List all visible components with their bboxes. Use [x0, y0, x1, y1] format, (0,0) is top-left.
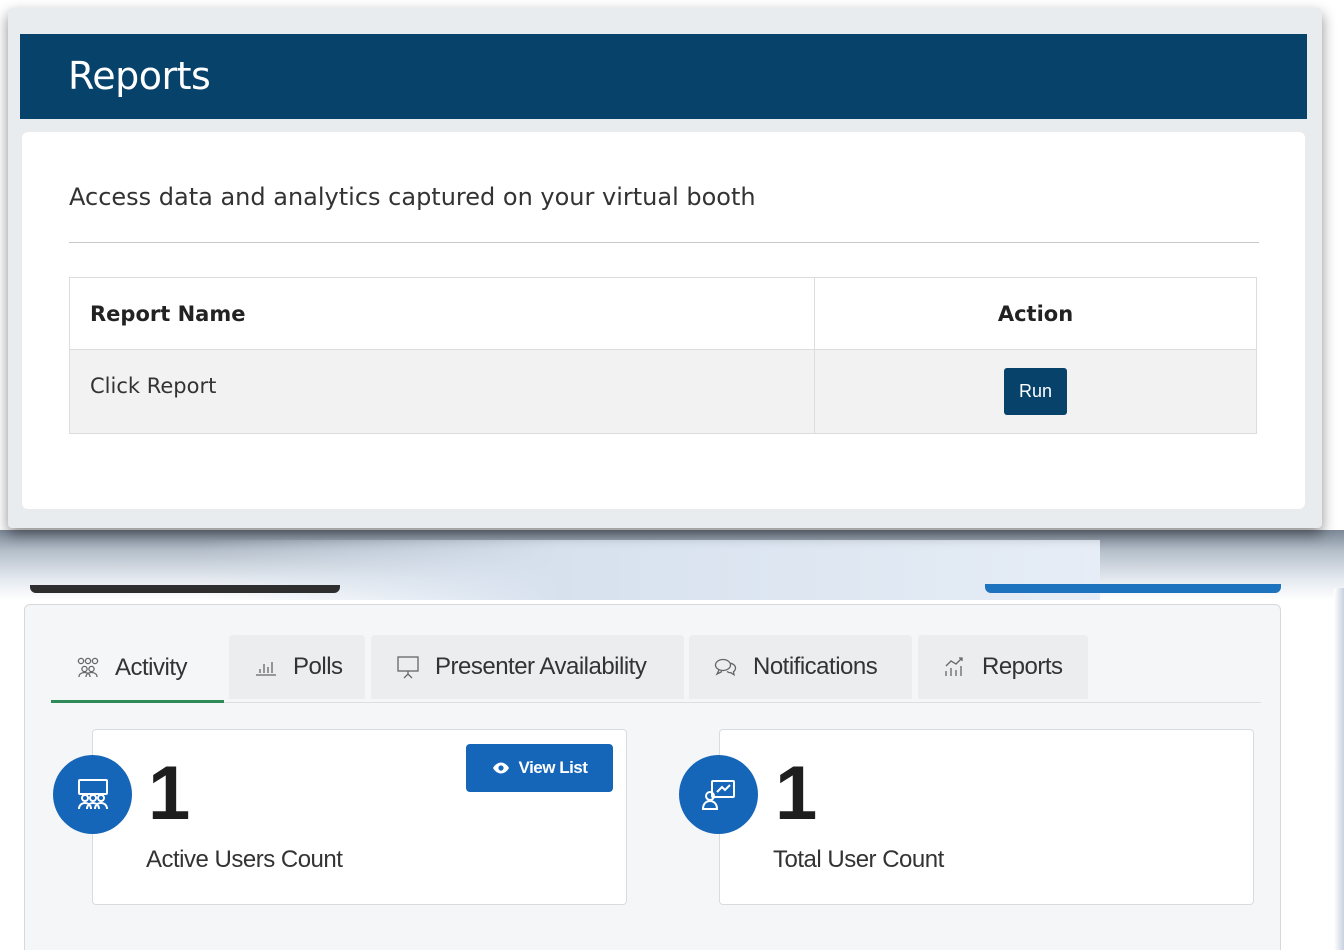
tab-label: Polls: [293, 653, 343, 680]
right-edge-shade: [1334, 588, 1344, 950]
background-dark-tab-edge: [30, 585, 340, 593]
reports-header: Reports: [20, 34, 1307, 119]
presentation-board-icon: [397, 656, 419, 679]
total-users-card: 1 Total User Count: [719, 729, 1254, 905]
users-group-icon: [77, 657, 99, 677]
chat-bubbles-icon: [714, 658, 737, 677]
tab-label: Reports: [982, 653, 1063, 680]
tab-reports[interactable]: Reports: [918, 635, 1088, 699]
report-name-cell: Click Report: [69, 349, 815, 434]
tab-presenter-availability[interactable]: Presenter Availability: [371, 635, 684, 699]
total-users-label: Total User Count: [773, 846, 944, 873]
reports-card: Access data and analytics captured on yo…: [22, 132, 1305, 509]
view-list-button[interactable]: View List: [466, 744, 613, 792]
analytics-icon: [945, 657, 963, 676]
run-report-button[interactable]: Run: [1003, 368, 1068, 415]
active-users-card: 1 Active Users Count View List: [92, 729, 627, 905]
tab-label: Activity: [115, 653, 188, 681]
table-row: Click Report Run: [69, 349, 1257, 434]
column-header-action: Action: [814, 277, 1257, 350]
tab-bar: Activity Polls Presenter Availability No…: [51, 633, 1261, 703]
tab-notifications[interactable]: Notifications: [689, 635, 912, 699]
reports-table: Report Name Action Click Report Run: [69, 277, 1257, 434]
report-action-cell: Run: [814, 349, 1257, 434]
dashboard-panel: Activity Polls Presenter Availability No…: [24, 604, 1281, 950]
tab-activity[interactable]: Activity: [51, 635, 224, 703]
page-title: Reports: [68, 54, 211, 98]
tab-polls[interactable]: Polls: [229, 635, 365, 699]
active-users-count: 1: [148, 751, 191, 836]
eye-icon: [492, 762, 509, 774]
view-list-label: View List: [518, 758, 588, 777]
total-users-count: 1: [775, 751, 818, 836]
reports-description: Access data and analytics captured on yo…: [69, 183, 756, 211]
tab-label: Notifications: [753, 653, 878, 680]
audience-icon: [53, 755, 132, 834]
column-header-report-name: Report Name: [69, 277, 815, 350]
table-header-row: Report Name Action: [69, 277, 1257, 350]
bar-chart-icon: [256, 662, 276, 676]
background-blue-button-edge: [985, 584, 1281, 593]
divider: [69, 242, 1259, 243]
active-users-label: Active Users Count: [146, 846, 343, 873]
tab-label: Presenter Availability: [435, 653, 647, 680]
presenter-screen-icon: [679, 755, 758, 834]
